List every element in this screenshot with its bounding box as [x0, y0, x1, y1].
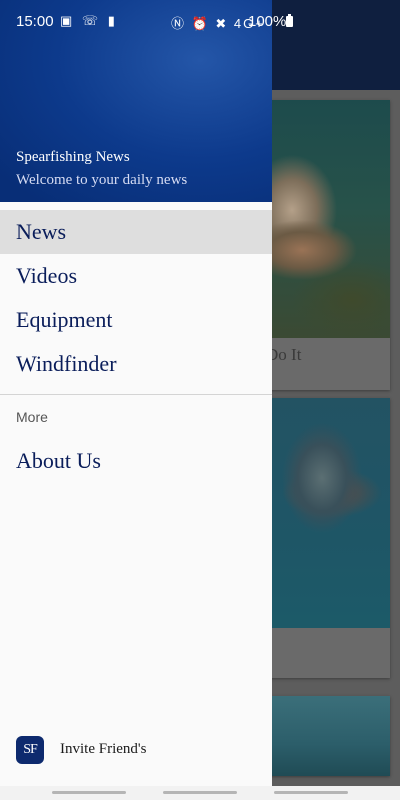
menu-divider [0, 394, 272, 395]
navigation-drawer: Spearfishing News Welcome to your daily … [0, 0, 272, 786]
news-card-image [262, 100, 390, 338]
status-time: 15:00 [16, 13, 54, 30]
menu-item-windfinder[interactable]: Windfinder [0, 342, 272, 386]
drawer-title: Spearfishing News [16, 149, 130, 165]
news-card-image [262, 696, 390, 776]
drawer-subtitle: Welcome to your daily news [16, 172, 188, 188]
news-card-image [262, 398, 390, 628]
menu-item-videos[interactable]: Videos [0, 254, 272, 298]
news-card[interactable]: Do It [262, 100, 390, 390]
recents-handle[interactable] [52, 791, 126, 794]
menu-item-about-us[interactable]: About Us [0, 439, 272, 483]
app-logo-icon: SF [16, 736, 44, 764]
news-card[interactable] [262, 696, 390, 776]
home-handle[interactable] [163, 791, 237, 794]
notification-icons: ▣ ☏ ▮ [60, 13, 118, 28]
section-label-more: More [16, 409, 48, 425]
invite-friends-label: Invite Friend's [60, 741, 147, 757]
system-navigation-bar [0, 786, 400, 800]
menu-item-equipment[interactable]: Equipment [0, 298, 272, 342]
status-bar: 15:00 ▣ ☏ ▮ Ⓝ ⏰ ✖ 4G+ 100% [0, 0, 400, 38]
menu-item-news[interactable]: News [0, 210, 272, 254]
battery-icon [286, 14, 293, 27]
battery-percentage: 100% [248, 13, 287, 30]
invite-friends-button[interactable]: SF Invite Friend's [16, 736, 256, 764]
back-handle[interactable] [274, 791, 348, 794]
news-card[interactable] [262, 398, 390, 678]
